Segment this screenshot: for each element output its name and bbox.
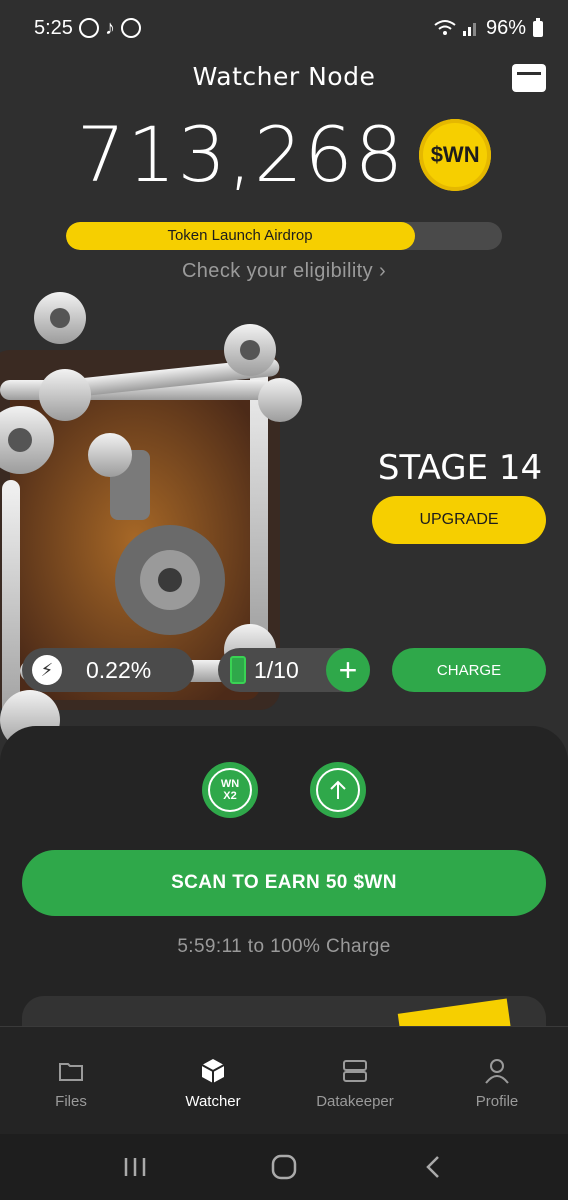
airdrop-progress-label: Token Launch Airdrop [167,227,313,244]
status-bar: 5:25 ♪ 96% [0,0,568,56]
token-coin-icon: $WN [419,119,492,191]
battery-status-icon [533,18,543,37]
nav-label-files: Files [55,1093,87,1110]
folder-icon [59,1063,83,1081]
status-right: 96% [434,17,544,40]
cube-icon [201,1059,225,1083]
arrow-up-icon [316,768,360,812]
bottom-nav: Files Watcher Datakeeper Profile [0,1026,568,1134]
charge-timer: 5:59:11 to 100% Charge [177,936,391,957]
nav-label-datakeeper: Datakeeper [316,1093,394,1110]
home-icon[interactable] [264,1147,304,1187]
server-icon [343,1060,367,1082]
battery-icon [230,656,246,684]
multiplier-line2: X2 [223,790,237,802]
scan-to-earn-button[interactable]: SCAN TO EARN 50 $WN [22,850,546,916]
tiktok-icon: ♪ [104,16,115,39]
nav-label-watcher: Watcher [185,1093,241,1110]
nav-item-watcher[interactable]: Watcher [142,1027,284,1134]
wallet-icon[interactable] [512,64,546,92]
token-badge-label: $WN [430,142,480,167]
multiplier-boost-button[interactable]: WN X2 [202,762,258,818]
check-eligibility-link[interactable]: Check your eligibility › [0,260,568,283]
charge-button[interactable]: CHARGE [392,648,546,692]
battery-percent: 96% [485,16,526,39]
system-nav-bar [0,1134,568,1200]
nav-item-profile[interactable]: Profile [426,1027,568,1134]
back-icon[interactable] [413,1147,453,1187]
wifi-icon [434,20,456,35]
recent-apps-icon[interactable] [115,1147,155,1187]
whatsapp-icon-2 [120,18,141,38]
airdrop-progress-bar: Token Launch Airdrop [66,222,502,250]
multiplier-ring: WN X2 [208,768,252,812]
battery-pill: 1/10 + [218,648,370,692]
stage-title: STAGE 14 [377,448,543,488]
mining-rate-value: 0.22% [86,656,152,683]
whatsapp-icon [78,18,99,38]
upgrade-button[interactable]: UPGRADE [372,496,546,544]
nav-item-files[interactable]: Files [0,1027,142,1134]
page-title: Watcher Node [192,62,376,91]
multiplier-line1: WN [220,778,240,790]
balance-value: 713,268 [76,110,406,199]
add-battery-button[interactable]: + [326,648,370,692]
lightning-icon: ⚡ [32,655,62,685]
battery-count: 1/10 [254,656,299,683]
status-left: 5:25 ♪ [34,17,141,40]
status-time: 5:25 [34,16,73,39]
signal-icon [462,23,476,36]
nav-label-profile: Profile [475,1093,519,1110]
balance-row: 713,268 $WN [0,110,568,200]
level-up-button[interactable] [310,762,366,818]
person-icon [485,1059,509,1084]
nav-item-datakeeper[interactable]: Datakeeper [284,1027,426,1134]
mining-rate-pill: ⚡ 0.22% [22,648,194,692]
